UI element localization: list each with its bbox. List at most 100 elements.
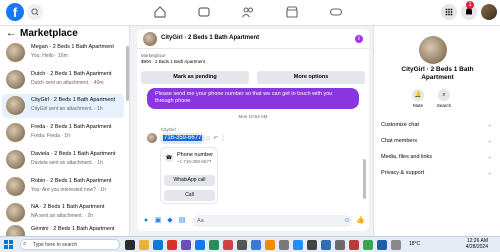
listing-price[interactable]: $900 · 2 Beds 1 Bath Apartment (141, 59, 205, 64)
mute-label: Mute (412, 103, 423, 108)
microphone-icon[interactable]: ● (142, 217, 150, 225)
scrollbar[interactable] (363, 159, 366, 199)
app-icon[interactable] (195, 240, 205, 250)
phone-icon: ☎ (165, 154, 173, 162)
listing-thumbnail (6, 177, 25, 196)
video-icon[interactable] (197, 5, 211, 19)
list-item[interactable]: Megan · 2 Beds 1 Bath Apartment You: Hel… (2, 41, 124, 65)
message-composer: ● ▣ ◆ ▤ Aa ☺ 👍 (137, 213, 369, 231)
chrome-icon[interactable] (167, 240, 177, 250)
task-view-icon[interactable] (125, 240, 135, 250)
listing-thumbnail (6, 225, 25, 236)
app-icon[interactable] (251, 240, 261, 250)
chat-preview: Freda: Freda · 1h (31, 133, 70, 139)
list-item[interactable]: Dutch · 2 Beds 1 Bath Apartment Dutch se… (2, 68, 124, 92)
more-icon[interactable]: ⋮ (220, 136, 228, 142)
app-icon[interactable] (321, 240, 331, 250)
selected-phone-text[interactable]: 716-359-6677 (163, 135, 203, 141)
chat-title: CityGirl · 2 Beds 1 Bath Apartment (31, 97, 116, 103)
phone-number-card: ☎ Phone number +1 716-359-6677 WhatsApp … (160, 147, 218, 204)
app-icon[interactable] (209, 240, 219, 250)
app-icon[interactable] (293, 240, 303, 250)
file-explorer-icon[interactable] (139, 240, 149, 250)
gaming-icon[interactable] (329, 5, 343, 19)
app-icon[interactable] (349, 240, 359, 250)
sender-name: CityGirl (161, 127, 176, 132)
chat-members-row[interactable]: Chat members ⌄ (381, 138, 496, 144)
conversation-header: CityGirl · 2 Beds 1 Bath Apartment i (137, 29, 369, 49)
chat-title: Gémini · 2 Beds 1 Bath Apartment (31, 226, 115, 232)
privacy-support-row[interactable]: Privacy & support ⌄ (381, 170, 496, 176)
windows-start-icon[interactable] (4, 240, 13, 249)
friends-icon[interactable] (241, 5, 255, 19)
listing-thumbnail (6, 123, 25, 142)
list-item[interactable]: CityGirl · 2 Beds 1 Bath Apartment CityG… (2, 94, 124, 118)
message-input[interactable]: Aa (192, 215, 352, 227)
search-label: Search (436, 103, 452, 108)
message-timestamp: Mon 10:54 AM (238, 114, 268, 119)
react-icon[interactable]: ☺ (205, 136, 213, 142)
clock[interactable]: 12:26 AM 4/28/2024 (456, 238, 488, 250)
call-button[interactable]: Call (164, 190, 215, 201)
app-icon[interactable] (265, 240, 275, 250)
app-icon[interactable] (237, 240, 247, 250)
media-files-links-row[interactable]: Media, files and links ⌄ (381, 154, 496, 160)
sticker-icon[interactable]: ◆ (166, 217, 174, 225)
info-title: CityGirl · 2 Beds 1 Bath Apartment (401, 66, 474, 81)
app-icon[interactable] (181, 240, 191, 250)
list-item[interactable]: Gémini · 2 Beds 1 Bath Apartment (2, 223, 124, 236)
top-bar: f 1 (0, 0, 500, 26)
listing-thumbnail (6, 150, 25, 169)
app-icon[interactable] (391, 240, 401, 250)
taskbar-search-input[interactable]: Type here to search (20, 239, 120, 250)
gif-icon[interactable]: ▤ (178, 217, 186, 225)
app-icon[interactable] (279, 240, 289, 250)
search-icon: ⌕ (23, 241, 27, 247)
scrollbar[interactable] (126, 46, 129, 101)
image-icon[interactable]: ▣ (154, 217, 162, 225)
list-item[interactable]: Daviela · 2 Beds 1 Bath Apartment Daviel… (2, 148, 124, 172)
chat-preview: Daviela sent an attachment. · 1h (31, 160, 103, 166)
listing-label: Marketplace (141, 53, 166, 58)
search-icon[interactable]: ⌕ (438, 89, 450, 101)
notification-badge: 1 (466, 1, 474, 9)
mute-icon[interactable]: 🔔 (412, 89, 424, 101)
chat-title: Robin · 2 Beds 1 Bath Apartment (31, 178, 112, 184)
app-icon[interactable] (223, 240, 233, 250)
facebook-logo-icon[interactable]: f (6, 3, 24, 21)
chat-preview: Dutch sent an attachment. · 40m (31, 80, 104, 86)
message-actions[interactable]: ☺↶⋮ (205, 135, 228, 142)
whatsapp-call-button[interactable]: WhatsApp call (164, 175, 215, 186)
mark-as-pending-button[interactable]: Mark as pending (141, 71, 249, 84)
clock-date: 4/28/2024 (465, 244, 488, 250)
chat-title: Daviela · 2 Beds 1 Bath Apartment (31, 151, 116, 157)
app-icon[interactable] (335, 240, 345, 250)
edge-icon[interactable] (153, 240, 163, 250)
emoji-icon[interactable]: ☺ (343, 217, 351, 225)
conversation-title[interactable]: CityGirl · 2 Beds 1 Bath Apartment (161, 35, 259, 41)
app-icon[interactable] (377, 240, 387, 250)
search-icon[interactable] (27, 4, 43, 20)
more-options-button[interactable]: More options (257, 71, 365, 84)
phone-card-number: +1 716-359-6677 (177, 159, 212, 164)
info-icon[interactable]: i (355, 35, 363, 43)
listing-thumbnail (6, 203, 25, 222)
listing-thumbnail (6, 43, 25, 62)
marketplace-chat-list: ← Marketplace Megan · 2 Beds 1 Bath Apart… (0, 26, 130, 236)
weather-text[interactable]: 18°C (409, 241, 420, 247)
app-icon[interactable] (307, 240, 317, 250)
like-icon[interactable]: 👍 (356, 217, 365, 225)
list-item[interactable]: Freda · 2 Beds 1 Bath Apartment Freda: F… (2, 121, 124, 145)
list-item[interactable]: NA · 2 Beds 1 Bath Apartment NA sent an … (2, 201, 124, 225)
marketplace-icon[interactable] (285, 5, 299, 19)
listing-thumbnail (6, 96, 25, 115)
home-icon[interactable] (153, 5, 167, 19)
list-item[interactable]: Robin · 2 Beds 1 Bath Apartment You: Are… (2, 175, 124, 199)
menu-grid-icon[interactable] (441, 4, 457, 20)
customize-chat-row[interactable]: Customize chat ⌄ (381, 122, 496, 128)
avatar[interactable] (481, 4, 497, 20)
chevron-down-icon: ⌄ (487, 170, 492, 176)
back-arrow-icon[interactable]: ← (6, 28, 16, 39)
chat-title: NA · 2 Beds 1 Bath Apartment (31, 204, 105, 210)
app-icon[interactable] (363, 240, 373, 250)
